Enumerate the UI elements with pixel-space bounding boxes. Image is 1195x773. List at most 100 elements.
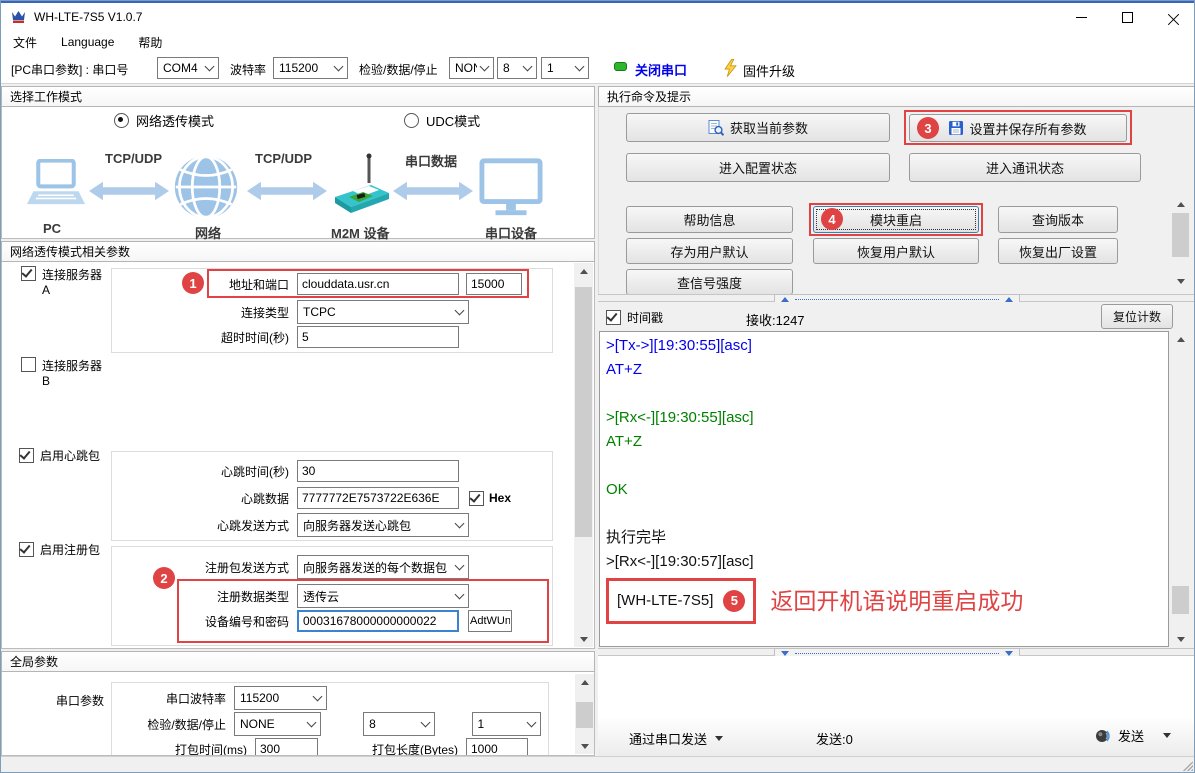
firmware-upgrade-button[interactable]: 固件升级 xyxy=(743,61,795,80)
menu-language[interactable]: Language xyxy=(61,35,114,49)
enter-config-label: 进入配置状态 xyxy=(719,158,797,177)
hb-data-input[interactable] xyxy=(297,487,459,509)
hb-time-input[interactable] xyxy=(297,460,459,482)
baud-select[interactable]: 115200 xyxy=(273,57,348,79)
pack-len-input[interactable] xyxy=(466,738,528,756)
databits-select[interactable]: 8 xyxy=(497,57,537,79)
scroll-up-arrow[interactable] xyxy=(1171,196,1190,212)
register-checkbox[interactable]: 启用注册包 xyxy=(19,541,100,558)
factory-reset-button[interactable]: 恢复出厂设置 xyxy=(998,238,1118,264)
set-save-params-button[interactable]: 设置并保存所有参数 xyxy=(909,114,1127,142)
heartbeat-checkbox[interactable]: 启用心跳包 xyxy=(19,447,100,464)
g-baud-label: 串口波特率 xyxy=(111,690,234,707)
scroll-down-arrow[interactable] xyxy=(1171,273,1190,289)
server-b-checkbox[interactable]: 连接服务器B xyxy=(21,357,102,388)
command-panel-header: 执行命令及提示 xyxy=(598,86,1195,107)
log-line: OK xyxy=(606,478,1162,502)
serial-open-indicator xyxy=(614,62,627,71)
boot-message-box: [WH-LTE-7S5] 5 xyxy=(606,578,756,624)
menu-help[interactable]: 帮助 xyxy=(138,34,162,51)
caret-down-icon xyxy=(1163,733,1171,738)
scrollbar-thumb[interactable] xyxy=(1172,586,1189,614)
signal-strength-button[interactable]: 查信号强度 xyxy=(626,269,793,295)
radio-net-mode[interactable]: 网络透传模式 xyxy=(114,111,214,130)
log-scrollbar[interactable] xyxy=(1171,331,1190,647)
signal-strength-label: 查信号强度 xyxy=(677,273,742,292)
serial-device-monitor-icon xyxy=(479,157,543,219)
timestamp-checkbox[interactable]: 时间戳 xyxy=(606,309,663,326)
minimize-button[interactable] xyxy=(1058,3,1104,31)
scroll-down-arrow[interactable] xyxy=(575,738,594,754)
enter-comm-button[interactable]: 进入通讯状态 xyxy=(909,153,1141,182)
reg-type-value: 透传云 xyxy=(303,588,339,605)
reg-mode-select[interactable]: 向服务器发送的每个数据包 xyxy=(297,555,469,579)
restore-user-default-button[interactable]: 恢复用户默认 xyxy=(813,238,979,264)
parity-select[interactable]: NONI xyxy=(449,57,494,79)
radio-udc-mode[interactable]: UDC模式 xyxy=(404,111,480,130)
diagram-link2-label: TCP/UDP xyxy=(255,151,312,166)
g-stopbits-select[interactable]: 1 xyxy=(472,712,542,736)
conn-type-select[interactable]: TCPC xyxy=(297,300,469,324)
horizontal-splitter-bottom[interactable] xyxy=(598,648,1195,656)
module-restart-label: 模块重启 xyxy=(870,210,922,229)
reg-type-label: 注册数据类型 xyxy=(111,588,297,605)
server-a-checkbox[interactable]: 连接服务器A xyxy=(21,266,102,297)
lightning-icon xyxy=(724,59,737,77)
reset-count-button[interactable]: 复位计数 xyxy=(1101,304,1173,329)
g-baud-select[interactable]: 115200 xyxy=(234,686,327,710)
close-button[interactable] xyxy=(1150,3,1195,31)
horizontal-splitter-top[interactable] xyxy=(598,294,1195,302)
timeout-label: 超时时间(秒) xyxy=(111,329,297,346)
scrollbar-thumb[interactable] xyxy=(1172,213,1189,257)
reg-type-select[interactable]: 透传云 xyxy=(297,584,469,608)
pack-time-input[interactable] xyxy=(255,738,318,756)
close-icon xyxy=(1168,12,1179,23)
restore-user-default-label: 恢复用户默认 xyxy=(857,242,935,261)
maximize-button[interactable] xyxy=(1104,3,1150,31)
scroll-up-arrow[interactable] xyxy=(1171,331,1190,347)
log-line: >[Rx<-][19:30:57][asc] xyxy=(606,550,1162,574)
close-serial-button[interactable]: 关闭串口 xyxy=(635,60,687,79)
server-port-input[interactable] xyxy=(466,273,522,295)
send-button[interactable]: 发送 xyxy=(1095,726,1171,745)
query-version-button[interactable]: 查询版本 xyxy=(998,206,1118,233)
device-password-input[interactable] xyxy=(468,610,512,632)
scrollbar-thumb[interactable] xyxy=(576,702,593,728)
net-params-scrollbar[interactable] xyxy=(574,263,593,647)
timestamp-label: 时间戳 xyxy=(627,309,663,326)
diagram-link3-label: 串口数据 xyxy=(405,151,457,170)
send-via-serial-dropdown[interactable]: 通过串口发送 xyxy=(629,729,723,748)
command-scrollbar[interactable] xyxy=(1171,196,1190,289)
scrollbar-thumb[interactable] xyxy=(575,287,592,537)
stopbits-select[interactable]: 1 xyxy=(541,57,589,79)
device-id-input[interactable] xyxy=(297,610,459,632)
conn-type-label: 连接类型 xyxy=(111,304,297,321)
enter-config-button[interactable]: 进入配置状态 xyxy=(626,153,890,182)
menu-file[interactable]: 文件 xyxy=(13,34,37,51)
timeout-row: 超时时间(秒) xyxy=(111,326,521,348)
timeout-input[interactable] xyxy=(297,326,459,348)
reg-type-row: 注册数据类型 透传云 xyxy=(111,584,521,608)
hex-checkbox[interactable] xyxy=(469,491,484,506)
resize-grip[interactable] xyxy=(1183,761,1193,771)
send-input[interactable] xyxy=(600,658,1194,718)
g-databits-select[interactable]: 8 xyxy=(363,712,434,736)
com-port-select[interactable]: COM4 xyxy=(157,57,219,79)
server-b-label: 连接服务器B xyxy=(42,357,102,388)
pack-row: 打包时间(ms) 打包长度(Bytes) xyxy=(111,738,541,756)
global-scrollbar[interactable] xyxy=(575,674,594,754)
get-params-button[interactable]: 获取当前参数 xyxy=(626,113,890,142)
log-line: AT+Z xyxy=(606,430,1162,454)
server-address-input[interactable] xyxy=(297,273,459,295)
hb-mode-select[interactable]: 向服务器发送心跳包 xyxy=(297,513,469,537)
save-user-default-button[interactable]: 存为用户默认 xyxy=(626,238,793,264)
g-parity-select[interactable]: NONE xyxy=(234,712,321,736)
scroll-down-arrow[interactable] xyxy=(1171,631,1190,647)
udc-mode-label: UDC模式 xyxy=(426,111,480,130)
help-info-button[interactable]: 帮助信息 xyxy=(626,206,793,233)
log-output[interactable]: >[Tx->][19:30:55][asc]AT+Z >[Rx<-][19:30… xyxy=(599,331,1169,647)
baud-value: 115200 xyxy=(279,61,318,75)
scroll-up-arrow[interactable] xyxy=(575,674,594,690)
scroll-up-arrow[interactable] xyxy=(574,263,593,279)
scroll-down-arrow[interactable] xyxy=(574,631,593,647)
